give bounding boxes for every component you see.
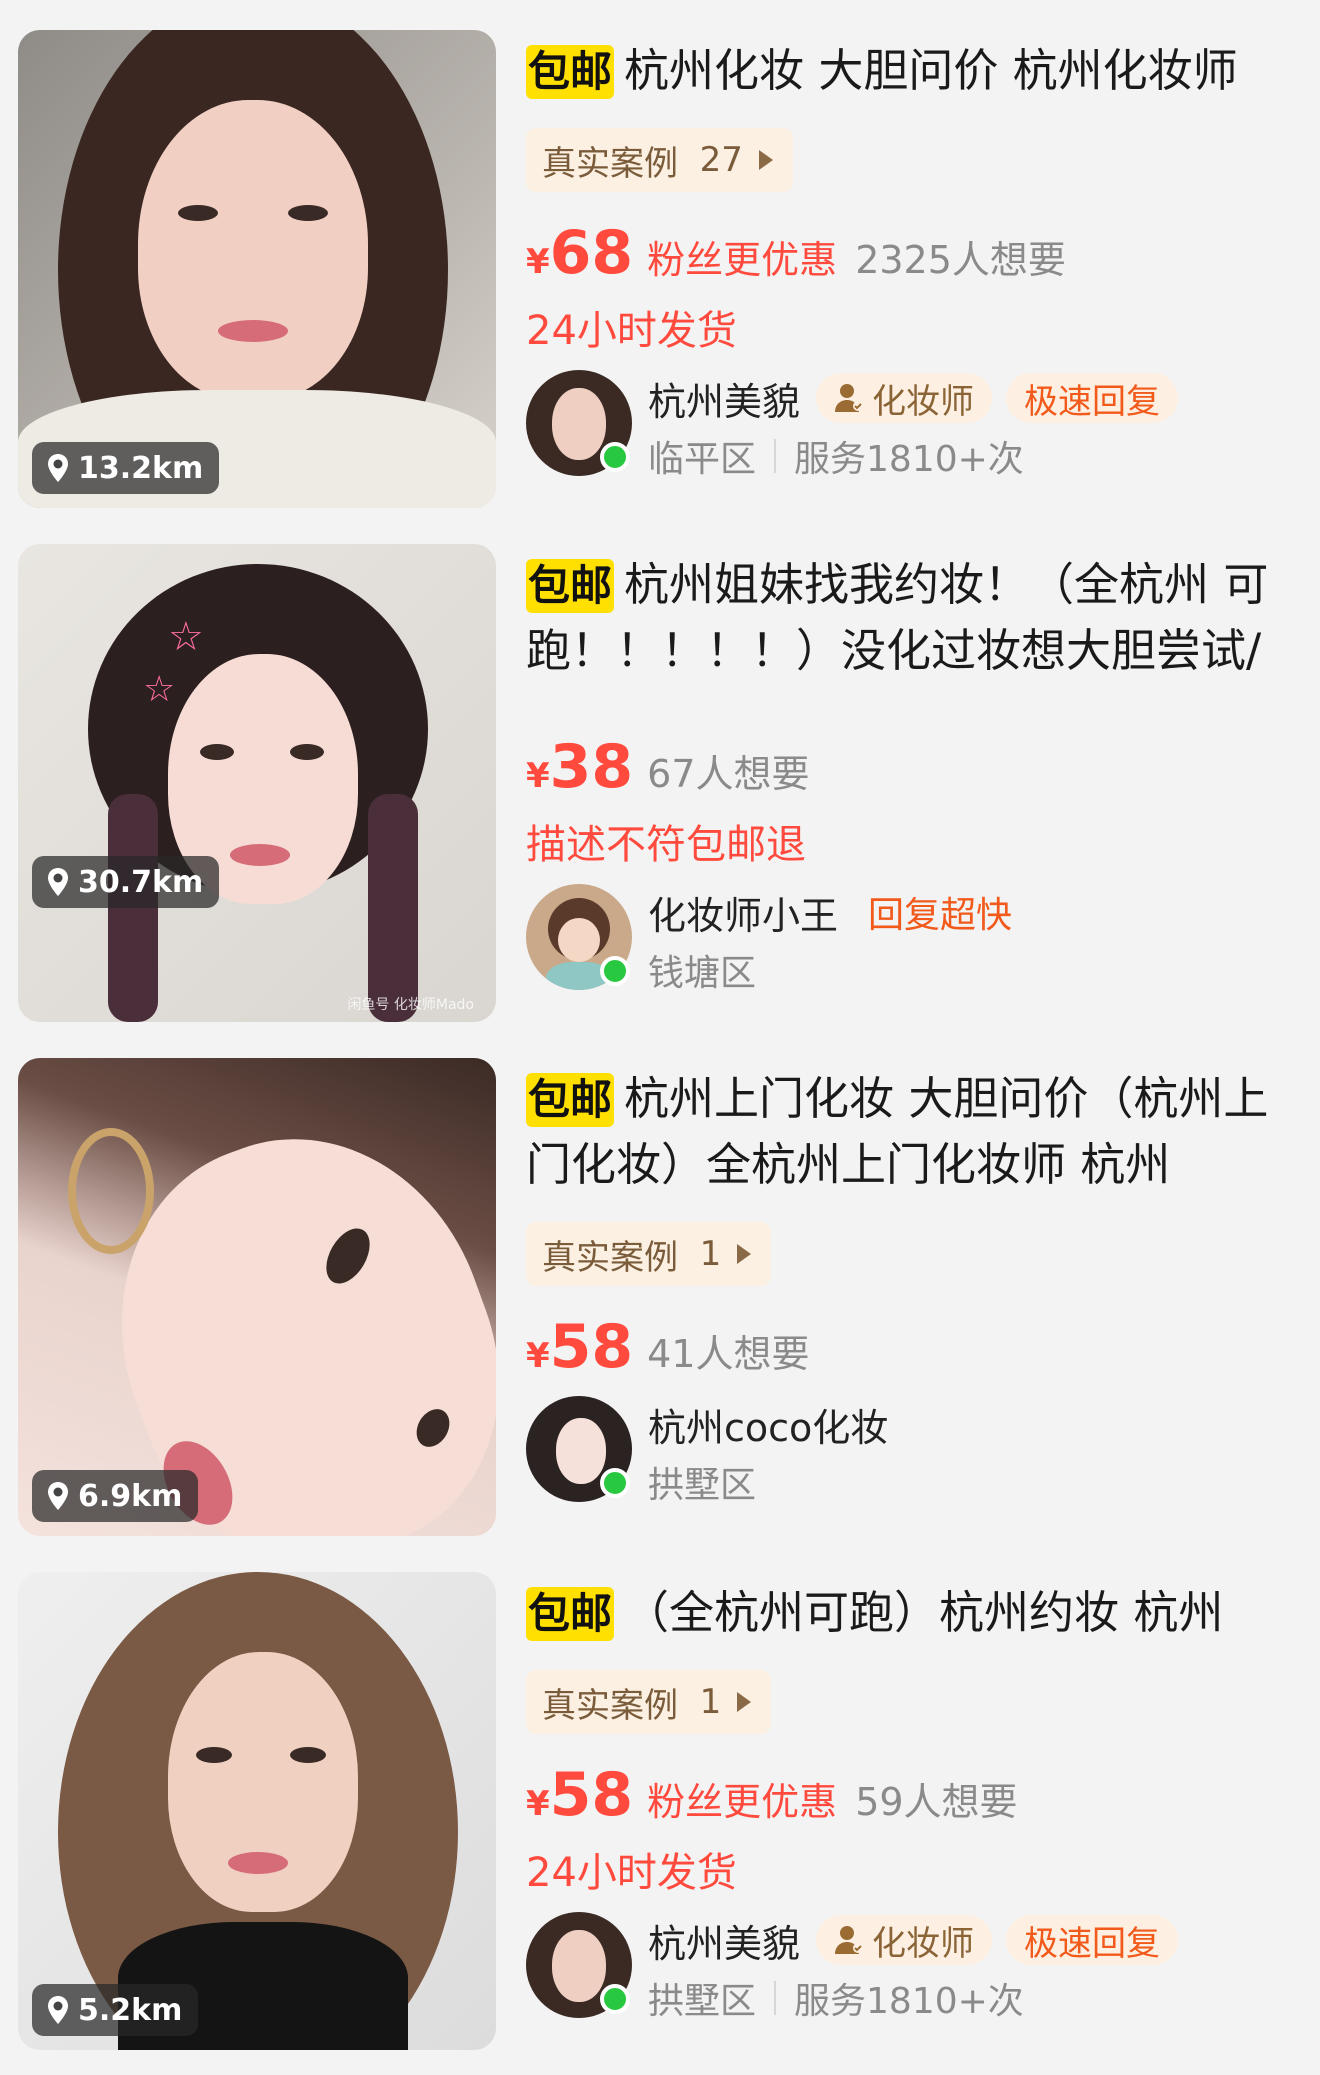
distance-badge: 6.9km <box>32 1470 199 1522</box>
person-badge-icon <box>835 384 864 412</box>
seller-district: 钱塘区 <box>648 953 757 994</box>
case-count: 1 <box>699 1234 722 1274</box>
seller-info[interactable]: 杭州美貌 化妆师 极速回复 拱墅区 服务1810+次 <box>526 1912 1306 2024</box>
seller-info[interactable]: 杭州coco化妆 拱墅区 <box>526 1396 1306 1508</box>
listing-title[interactable]: 包邮 （全杭州可跑）杭州约妆 杭州 <box>526 1580 1306 1646</box>
free-shipping-tag: 包邮 <box>526 1587 615 1641</box>
real-case-button[interactable]: 真实案例 27 <box>526 128 793 192</box>
want-count: 41人想要 <box>647 1332 810 1376</box>
makeup-artist-badge: 化妆师 <box>816 1915 993 1965</box>
fan-deal-label: 粉丝更优惠 <box>647 238 838 282</box>
case-count: 1 <box>699 1682 722 1722</box>
price-value: 58 <box>549 1760 634 1830</box>
price-value: 38 <box>549 732 634 802</box>
case-count: 27 <box>699 140 743 180</box>
quick-reply-label: 回复超快 <box>868 895 1013 936</box>
distance-text: 13.2km <box>78 450 204 486</box>
fast-reply-badge: 极速回复 <box>1006 373 1179 423</box>
price-row: ¥ 68 粉丝更优惠 2325人想要 <box>526 218 1306 288</box>
listing-title[interactable]: 包邮 杭州上门化妆 大胆问价（杭州上门化妆）全杭州上门化妆师 杭州 <box>526 1066 1306 1198</box>
listing-photo[interactable]: 5.2km <box>18 1572 496 2050</box>
listing-title-text: 杭州化妆 大胆问价 杭州化妆师 <box>624 44 1238 97</box>
price-row: ¥ 38 67人想要 <box>526 732 1306 802</box>
listing-card[interactable]: ☆ ☆ 闲鱼号 化妆师Mado 30.7km 包邮 杭州姐妹找我约妆！（全杭州 可… <box>0 514 1320 1028</box>
price-value: 68 <box>549 218 634 288</box>
play-triangle-icon <box>758 150 773 170</box>
listing-title-text: （全杭州可跑）杭州约妆 杭州 <box>624 1586 1224 1639</box>
badge-label: 化妆师 <box>872 1923 975 1964</box>
listing-photo[interactable]: 6.9km <box>18 1058 496 1536</box>
currency-symbol: ¥ <box>526 1784 550 1824</box>
listing-card[interactable]: 5.2km 包邮 （全杭州可跑）杭州约妆 杭州 真实案例 1 ¥ 58 粉丝更优惠… <box>0 1542 1320 2056</box>
badge-label: 化妆师 <box>872 381 975 422</box>
real-case-button[interactable]: 真实案例 1 <box>526 1222 772 1286</box>
distance-badge: 13.2km <box>32 442 220 494</box>
shipping-note: 24小时发货 <box>526 1850 737 1896</box>
location-pin-icon <box>48 1482 68 1510</box>
divider <box>774 439 777 473</box>
case-label: 真实案例 <box>542 1237 678 1278</box>
price-row: ¥ 58 41人想要 <box>526 1312 1306 1382</box>
makeup-artist-badge: 化妆师 <box>816 373 993 423</box>
want-count: 67人想要 <box>647 752 810 796</box>
location-pin-icon <box>48 868 68 896</box>
currency-symbol: ¥ <box>526 1336 550 1376</box>
distance-text: 6.9km <box>78 1478 183 1514</box>
seller-district: 拱墅区 <box>648 1981 757 2022</box>
seller-name[interactable]: 杭州美貌 <box>648 371 800 426</box>
listing-title-text: 杭州姐妹找我约妆！（全杭州 可跑！！！！！）没化过妆想大胆尝试/不 <box>526 558 1269 677</box>
listing-card[interactable]: 13.2km 包邮 杭州化妆 大胆问价 杭州化妆师 真实案例 27 ¥ 68 粉丝… <box>0 0 1320 514</box>
case-label: 真实案例 <box>542 1685 678 1726</box>
listing-card[interactable]: 6.9km 包邮 杭州上门化妆 大胆问价（杭州上门化妆）全杭州上门化妆师 杭州 真… <box>0 1028 1320 1542</box>
listing-photo[interactable]: ☆ ☆ 闲鱼号 化妆师Mado 30.7km <box>18 544 496 1022</box>
fast-reply-badge: 极速回复 <box>1006 1915 1179 1965</box>
seller-name[interactable]: 化妆师小王 <box>648 885 838 940</box>
listing-title[interactable]: 包邮 杭州化妆 大胆问价 杭州化妆师 <box>526 38 1306 104</box>
fan-deal-label: 粉丝更优惠 <box>647 1780 838 1824</box>
seller-info[interactable]: 化妆师小王 回复超快 钱塘区 <box>526 884 1306 996</box>
person-badge-icon <box>835 1926 864 1954</box>
play-triangle-icon <box>737 1692 752 1712</box>
want-count: 59人想要 <box>855 1780 1018 1824</box>
want-count: 2325人想要 <box>855 238 1066 282</box>
currency-symbol: ¥ <box>526 242 550 282</box>
service-count: 服务1810+次 <box>794 439 1024 480</box>
online-status-dot <box>600 956 630 986</box>
distance-badge: 30.7km <box>32 856 220 908</box>
return-policy-note: 描述不符包邮退 <box>526 822 806 868</box>
seller-district: 临平区 <box>648 439 757 480</box>
seller-district: 拱墅区 <box>648 1465 757 1506</box>
online-status-dot <box>600 1984 630 2014</box>
location-pin-icon <box>48 1996 68 2024</box>
service-count: 服务1810+次 <box>794 1981 1024 2022</box>
seller-name[interactable]: 杭州coco化妆 <box>648 1397 888 1452</box>
seller-info[interactable]: 杭州美貌 化妆师 极速回复 临平区 服务1810+次 <box>526 370 1306 482</box>
free-shipping-tag: 包邮 <box>526 45 615 99</box>
listing-title-text: 杭州上门化妆 大胆问价（杭州上门化妆）全杭州上门化妆师 杭州 <box>526 1072 1269 1191</box>
currency-symbol: ¥ <box>526 756 550 796</box>
price-row: ¥ 58 粉丝更优惠 59人想要 <box>526 1760 1306 1830</box>
free-shipping-tag: 包邮 <box>526 559 615 613</box>
location-pin-icon <box>48 454 68 482</box>
play-triangle-icon <box>737 1244 752 1264</box>
distance-text: 30.7km <box>78 864 204 900</box>
online-status-dot <box>600 1468 630 1498</box>
listing-title[interactable]: 包邮杭州姐妹找我约妆！（全杭州 可跑！！！！！）没化过妆想大胆尝试/不 <box>526 552 1306 684</box>
free-shipping-tag: 包邮 <box>526 1073 615 1127</box>
shipping-note: 24小时发货 <box>526 308 737 354</box>
real-case-button[interactable]: 真实案例 1 <box>526 1670 772 1734</box>
distance-badge: 5.2km <box>32 1984 199 2036</box>
distance-text: 5.2km <box>78 1992 183 2028</box>
price-value: 58 <box>549 1312 634 1382</box>
seller-name[interactable]: 杭州美貌 <box>648 1913 800 1968</box>
photo-watermark: 闲鱼号 化妆师Mado <box>347 997 474 1013</box>
listing-photo[interactable]: 13.2km <box>18 30 496 508</box>
online-status-dot <box>600 442 630 472</box>
listing-feed: 13.2km 包邮 杭州化妆 大胆问价 杭州化妆师 真实案例 27 ¥ 68 粉丝… <box>0 0 1320 2075</box>
divider <box>774 1981 777 2015</box>
case-label: 真实案例 <box>542 143 678 184</box>
